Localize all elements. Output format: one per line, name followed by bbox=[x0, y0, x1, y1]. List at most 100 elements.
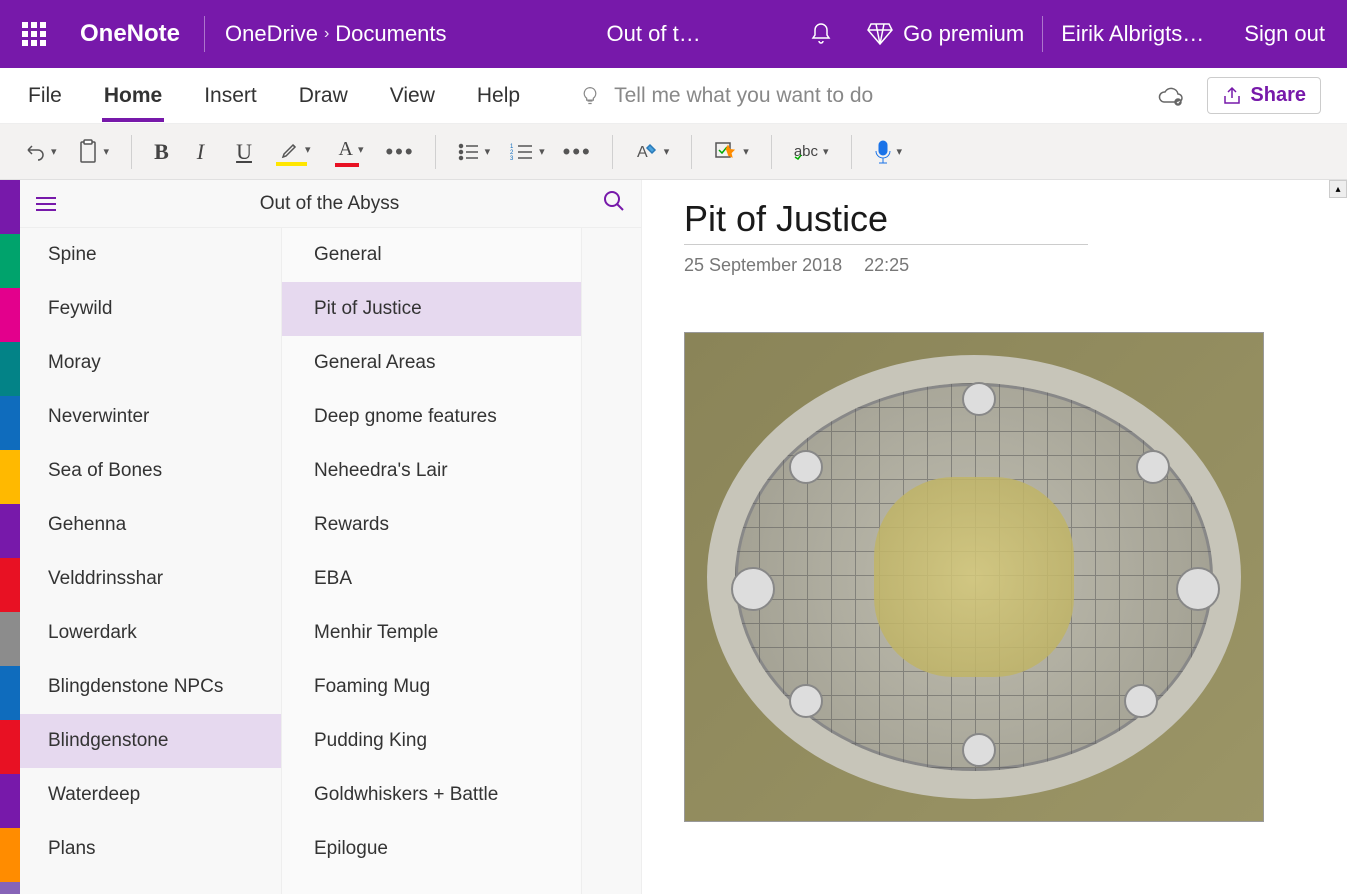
sign-out-button[interactable]: Sign out bbox=[1222, 21, 1347, 47]
tab-insert[interactable]: Insert bbox=[202, 84, 259, 108]
microphone-icon bbox=[874, 139, 892, 165]
chevron-down-icon: ▾ bbox=[823, 145, 829, 158]
page-item[interactable]: Neheedra's Lair bbox=[282, 444, 581, 498]
styles-button[interactable]: A ▾ bbox=[629, 137, 676, 167]
section-item[interactable]: Moray bbox=[20, 336, 281, 390]
section-item[interactable]: Blingdenstone NPCs bbox=[20, 660, 281, 714]
main: Out of the Abyss SpineFeywildMorayNeverw… bbox=[0, 180, 1347, 894]
tab-help[interactable]: Help bbox=[475, 84, 522, 108]
tab-view[interactable]: View bbox=[388, 84, 437, 108]
section-item[interactable]: Waterdeep bbox=[20, 768, 281, 822]
clipboard-button[interactable]: ▾ bbox=[71, 135, 116, 169]
italic-button[interactable]: I bbox=[183, 139, 218, 165]
share-label: Share bbox=[1250, 84, 1306, 107]
chevron-down-icon: ▾ bbox=[664, 145, 670, 158]
tell-me-search[interactable]: Tell me what you want to do bbox=[580, 84, 1119, 108]
top-header: OneNote OneDrive › Documents Out of t… G… bbox=[0, 0, 1347, 68]
section-item[interactable]: Neverwinter bbox=[20, 390, 281, 444]
section-color-tab[interactable] bbox=[0, 720, 20, 774]
notebook-title[interactable]: Out of the Abyss bbox=[70, 193, 589, 215]
cloud-sync-icon[interactable] bbox=[1157, 85, 1185, 107]
more-formatting-button[interactable]: ••• bbox=[381, 139, 418, 165]
hamburger-button[interactable] bbox=[36, 197, 56, 211]
highlight-button[interactable]: ▾ bbox=[270, 136, 321, 168]
clipboard-icon bbox=[77, 139, 99, 165]
pages-panel: GeneralPit of JusticeGeneral AreasDeep g… bbox=[282, 228, 582, 894]
section-color-tab[interactable] bbox=[0, 288, 20, 342]
spelling-button[interactable]: abc ▾ bbox=[788, 139, 835, 164]
section-item[interactable]: Plans bbox=[20, 822, 281, 876]
tags-button[interactable]: ▾ bbox=[708, 137, 755, 167]
section-color-tab[interactable] bbox=[0, 450, 20, 504]
underline-button[interactable]: U bbox=[226, 139, 262, 165]
page-title[interactable]: Pit of Justice bbox=[684, 198, 1088, 245]
section-item[interactable]: Feywild bbox=[20, 282, 281, 336]
breadcrumb-leaf[interactable]: Documents bbox=[335, 21, 446, 47]
font-color-button[interactable]: A ▾ bbox=[329, 134, 374, 169]
separator bbox=[851, 135, 852, 169]
section-item[interactable]: Lowerdark bbox=[20, 606, 281, 660]
section-item[interactable]: Sea of Bones bbox=[20, 444, 281, 498]
svg-text:3: 3 bbox=[510, 156, 514, 161]
numbering-button[interactable]: 123 ▾ bbox=[504, 139, 551, 165]
section-item[interactable]: Gehenna bbox=[20, 498, 281, 552]
document-title[interactable]: Out of t… bbox=[607, 21, 701, 47]
scroll-up-button[interactable]: ▴ bbox=[1329, 180, 1347, 198]
breadcrumb: OneDrive › Documents bbox=[205, 21, 467, 47]
share-button[interactable]: Share bbox=[1207, 77, 1321, 114]
section-color-tab[interactable] bbox=[0, 504, 20, 558]
tag-icon bbox=[714, 141, 738, 163]
page-item[interactable]: Epilogue bbox=[282, 822, 581, 876]
page-item[interactable]: Rewards bbox=[282, 498, 581, 552]
toolbar: ▾ ▾ B I U ▾ A ▾ ••• ▾ 123 ▾ ••• A ▾ ▾ ab… bbox=[0, 124, 1347, 180]
page-item[interactable]: Pudding King bbox=[282, 714, 581, 768]
section-color-tab[interactable] bbox=[0, 774, 20, 828]
separator bbox=[691, 135, 692, 169]
page-item[interactable]: Menhir Temple bbox=[282, 606, 581, 660]
user-name[interactable]: Eirik Albrigts… bbox=[1043, 21, 1222, 47]
page-item[interactable]: EBA bbox=[282, 552, 581, 606]
notifications-button[interactable] bbox=[793, 0, 849, 68]
section-color-tab[interactable] bbox=[0, 396, 20, 450]
chevron-down-icon: ▾ bbox=[305, 143, 311, 156]
page-item[interactable]: Deep gnome features bbox=[282, 390, 581, 444]
section-color-tab[interactable] bbox=[0, 828, 20, 882]
app-launcher-button[interactable] bbox=[0, 0, 68, 68]
app-name[interactable]: OneNote bbox=[68, 20, 204, 48]
go-premium-label: Go premium bbox=[903, 21, 1024, 47]
page-item[interactable]: Foaming Mug bbox=[282, 660, 581, 714]
tab-home[interactable]: Home bbox=[102, 84, 164, 108]
section-color-tab[interactable] bbox=[0, 558, 20, 612]
go-premium-button[interactable]: Go premium bbox=[849, 21, 1042, 47]
highlighter-icon bbox=[280, 140, 300, 160]
dictate-button[interactable]: ▾ bbox=[868, 135, 909, 169]
section-item[interactable]: Velddrinsshar bbox=[20, 552, 281, 606]
breadcrumb-root[interactable]: OneDrive bbox=[225, 21, 318, 47]
section-color-tab[interactable] bbox=[0, 612, 20, 666]
chevron-down-icon: ▾ bbox=[485, 145, 491, 158]
section-color-tab[interactable] bbox=[0, 234, 20, 288]
section-color-tab[interactable] bbox=[0, 180, 20, 234]
bold-button[interactable]: B bbox=[148, 135, 175, 169]
tab-draw[interactable]: Draw bbox=[297, 84, 350, 108]
chevron-down-icon: ▾ bbox=[104, 145, 110, 158]
undo-button[interactable]: ▾ bbox=[18, 137, 63, 167]
more-paragraph-button[interactable]: ••• bbox=[559, 139, 596, 165]
page-item[interactable]: Pit of Justice bbox=[282, 282, 581, 336]
search-button[interactable] bbox=[603, 190, 625, 217]
section-item[interactable]: Spine bbox=[20, 228, 281, 282]
tab-file[interactable]: File bbox=[26, 84, 64, 108]
page-item[interactable]: General bbox=[282, 228, 581, 282]
embedded-image[interactable] bbox=[684, 332, 1264, 822]
section-item[interactable]: Blindgenstone bbox=[20, 714, 281, 768]
bullets-button[interactable]: ▾ bbox=[452, 139, 497, 165]
section-color-tab[interactable] bbox=[0, 666, 20, 720]
page-item[interactable]: Goldwhiskers + Battle bbox=[282, 768, 581, 822]
sections-panel: SpineFeywildMorayNeverwinterSea of Bones… bbox=[20, 228, 282, 894]
svg-text:A: A bbox=[637, 144, 648, 161]
section-color-tab[interactable] bbox=[0, 342, 20, 396]
chevron-down-icon: ▾ bbox=[51, 145, 57, 158]
section-color-tab[interactable] bbox=[0, 882, 20, 894]
page-content[interactable]: ▴ Pit of Justice 25 September 2018 22:25 bbox=[642, 180, 1347, 894]
page-item[interactable]: General Areas bbox=[282, 336, 581, 390]
